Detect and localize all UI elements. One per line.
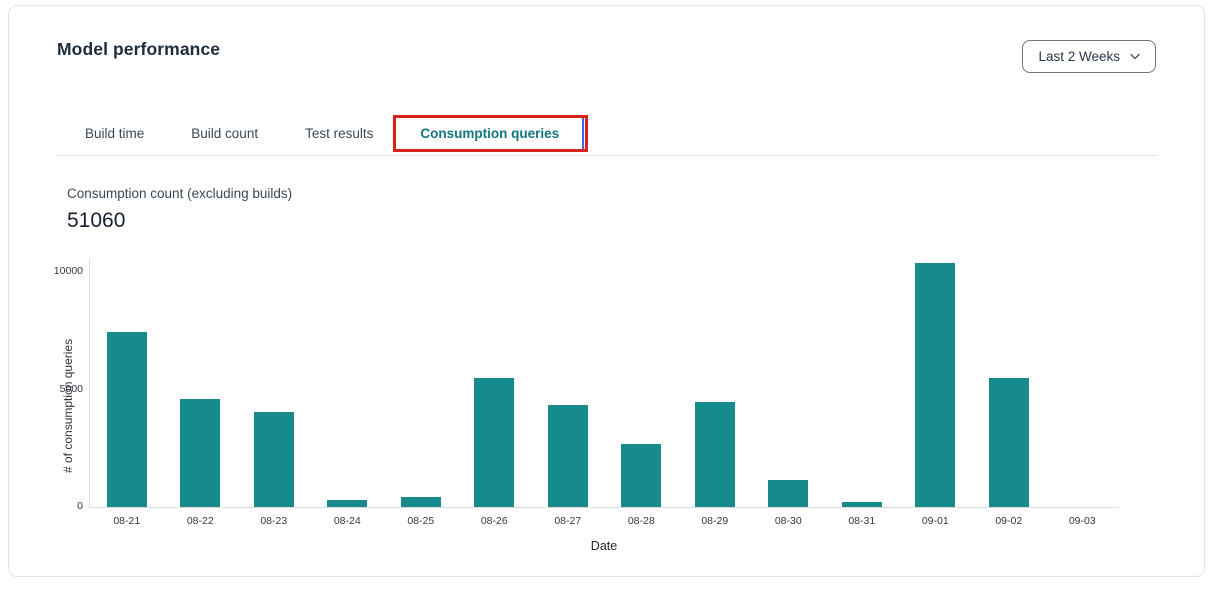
tab-consumption-queries[interactable]: Consumption queries xyxy=(420,125,559,142)
bar-slot: 08-26 xyxy=(458,259,532,507)
x-tick-label: 08-25 xyxy=(384,515,458,527)
card-header: Model performance Last 2 Weeks xyxy=(9,6,1204,73)
metric-block: Consumption count (excluding builds) 510… xyxy=(67,186,1156,233)
bar-08-29[interactable] xyxy=(695,402,735,507)
x-tick-label: 08-24 xyxy=(311,515,385,527)
x-axis-title: Date xyxy=(89,539,1119,553)
date-range-dropdown[interactable]: Last 2 Weeks xyxy=(1022,40,1156,73)
tab-build-count[interactable]: Build count xyxy=(191,125,258,142)
bar-slot: 08-21 xyxy=(90,259,164,507)
x-tick-label: 08-21 xyxy=(90,515,164,527)
bar-09-01[interactable] xyxy=(915,263,955,507)
tab-consumption-queries-label: Consumption queries xyxy=(420,126,559,141)
x-tick-label: 08-30 xyxy=(752,515,826,527)
bar-08-25[interactable] xyxy=(401,497,441,507)
x-tick-label: 08-29 xyxy=(678,515,752,527)
highlight-caret-annotation xyxy=(582,118,584,149)
bar-slot: 08-24 xyxy=(311,259,385,507)
bar-slot: 08-31 xyxy=(825,259,899,507)
x-tick-label: 08-27 xyxy=(531,515,605,527)
y-tick-label: 5000 xyxy=(60,383,83,395)
y-tick-label: 0 xyxy=(77,500,83,512)
x-tick-label: 08-28 xyxy=(605,515,679,527)
bar-slot: 09-03 xyxy=(1046,259,1120,507)
bar-09-02[interactable] xyxy=(989,378,1029,507)
y-tick-label: 10000 xyxy=(54,265,83,277)
model-performance-card: Model performance Last 2 Weeks Build tim… xyxy=(8,5,1205,577)
bar-08-31[interactable] xyxy=(842,502,882,507)
tab-test-results[interactable]: Test results xyxy=(305,125,373,142)
bar-08-24[interactable] xyxy=(327,500,367,507)
bar-slot: 08-22 xyxy=(164,259,238,507)
x-tick-label: 09-01 xyxy=(899,515,973,527)
page-title: Model performance xyxy=(57,38,220,60)
plot-area: 08-2108-2208-2308-2408-2508-2608-2708-28… xyxy=(89,259,1119,508)
bar-slot: 09-02 xyxy=(972,259,1046,507)
bar-slot: 08-30 xyxy=(752,259,826,507)
metric-value: 51060 xyxy=(67,208,1156,233)
bar-08-21[interactable] xyxy=(107,332,147,507)
consumption-queries-chart: # of consumption queries 08-2108-2208-23… xyxy=(58,256,1128,561)
bar-08-27[interactable] xyxy=(548,405,588,507)
bar-slot: 08-25 xyxy=(384,259,458,507)
date-range-value: Last 2 Weeks xyxy=(1038,49,1120,64)
x-tick-label: 08-26 xyxy=(458,515,532,527)
bar-slot: 08-28 xyxy=(605,259,679,507)
bar-08-22[interactable] xyxy=(180,399,220,507)
bar-slot: 08-23 xyxy=(237,259,311,507)
tab-build-time[interactable]: Build time xyxy=(85,125,144,142)
x-tick-label: 09-03 xyxy=(1046,515,1120,527)
x-tick-label: 08-22 xyxy=(164,515,238,527)
metric-label: Consumption count (excluding builds) xyxy=(67,186,1156,202)
bar-slot: 08-27 xyxy=(531,259,605,507)
bar-slot: 08-29 xyxy=(678,259,752,507)
bar-slot: 09-01 xyxy=(899,259,973,507)
chevron-down-icon xyxy=(1130,53,1140,60)
bar-08-30[interactable] xyxy=(768,480,808,507)
x-tick-label: 08-31 xyxy=(825,515,899,527)
bar-08-28[interactable] xyxy=(621,444,661,507)
x-tick-label: 09-02 xyxy=(972,515,1046,527)
tabs-bar: Build time Build count Test results Cons… xyxy=(57,125,1156,156)
bar-08-23[interactable] xyxy=(254,412,294,507)
x-tick-label: 08-23 xyxy=(237,515,311,527)
bar-08-26[interactable] xyxy=(474,378,514,507)
